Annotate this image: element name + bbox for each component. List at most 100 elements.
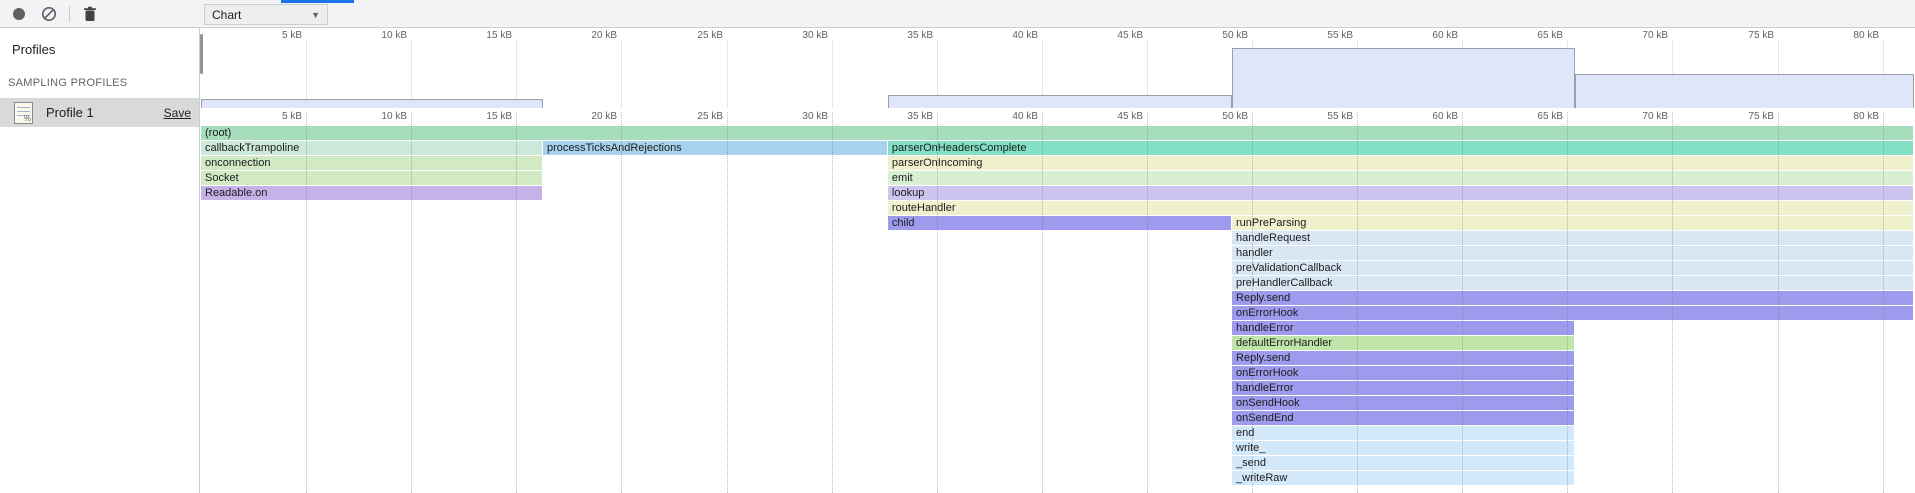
- flame-bar[interactable]: runPreParsing: [1232, 216, 1913, 230]
- flame-bar-label: handleRequest: [1232, 232, 1310, 244]
- flame-bar-label: handleError: [1232, 382, 1293, 394]
- ruler-bottom-tick-label: 5 kB: [242, 111, 302, 122]
- flame-bar[interactable]: handler: [1232, 246, 1913, 260]
- flame-bar[interactable]: parserOnHeadersComplete: [888, 141, 1913, 155]
- ruler-bottom-tick-label: 25 kB: [663, 111, 723, 122]
- flame-bar-label: preValidationCallback: [1232, 262, 1342, 274]
- overview-area-segment[interactable]: [1232, 48, 1575, 108]
- ruler-bottom-tick-label: 15 kB: [452, 111, 512, 122]
- flame-bar-label: Reply.send: [1232, 352, 1290, 364]
- flame-bar[interactable]: lookup: [888, 186, 1913, 200]
- flame-bar[interactable]: preValidationCallback: [1232, 261, 1913, 275]
- flame-bar[interactable]: (root): [201, 126, 1913, 140]
- flame-bar[interactable]: _writeRaw: [1232, 471, 1574, 485]
- profile-icon: %: [14, 102, 33, 124]
- flame-bar[interactable]: Readable.on: [201, 186, 542, 200]
- overview-gridline: [621, 40, 622, 108]
- flame-bar[interactable]: child: [888, 216, 1231, 230]
- ruler-bottom-tick-label: 35 kB: [873, 111, 933, 122]
- ruler-bottom-tick-label: 20 kB: [557, 111, 617, 122]
- clear-button[interactable]: [39, 4, 59, 24]
- view-mode-label: Chart: [212, 8, 241, 22]
- ruler-bottom-tick-label: 45 kB: [1083, 111, 1143, 122]
- ruler-bottom-tick-label: 10 kB: [347, 111, 407, 122]
- flame-bar[interactable]: onSendEnd: [1232, 411, 1574, 425]
- flame-bar-label: onErrorHook: [1232, 367, 1298, 379]
- overview-gridline: [516, 40, 517, 108]
- ruler-top-tick-label: 10 kB: [347, 30, 407, 41]
- flame-gridline: [621, 112, 622, 493]
- ruler-top-tick-label: 55 kB: [1293, 30, 1353, 41]
- view-mode-select[interactable]: Chart ▼: [204, 4, 328, 25]
- flame-bar[interactable]: Reply.send: [1232, 351, 1574, 365]
- ruler-bottom-tick-label: 50 kB: [1188, 111, 1248, 122]
- profile-name: Profile 1: [46, 105, 164, 120]
- overview-area-segment[interactable]: [888, 95, 1232, 108]
- flame-bar-label: _writeRaw: [1232, 472, 1287, 484]
- flame-bar[interactable]: callbackTrampoline: [201, 141, 542, 155]
- active-tab-underline: [281, 0, 354, 3]
- toolbar: Chart ▼: [0, 0, 1915, 28]
- overview-gridline: [832, 40, 833, 108]
- flame-bar-label: end: [1232, 427, 1254, 439]
- ruler-bottom-tick-label: 60 kB: [1398, 111, 1458, 122]
- scrollbar-thumb[interactable]: [200, 34, 203, 74]
- flame-bar[interactable]: defaultErrorHandler: [1232, 336, 1574, 350]
- flame-bar[interactable]: preHandlerCallback: [1232, 276, 1913, 290]
- flame-bar[interactable]: routeHandler: [888, 201, 1913, 215]
- flame-bar-label: onSendEnd: [1232, 412, 1294, 424]
- sidebar: Profiles SAMPLING PROFILES % Profile 1 S…: [0, 28, 200, 493]
- flame-bar-label: Socket: [201, 172, 239, 184]
- ruler-top-tick-label: 15 kB: [452, 30, 512, 41]
- flame-bar-label: handler: [1232, 247, 1273, 259]
- flame-bar-label: onSendHook: [1232, 397, 1300, 409]
- flame-bar[interactable]: Socket: [201, 171, 542, 185]
- flame-bar[interactable]: handleRequest: [1232, 231, 1913, 245]
- sidebar-item-profile-1[interactable]: % Profile 1 Save: [0, 98, 199, 127]
- flame-bar[interactable]: parserOnIncoming: [888, 156, 1913, 170]
- trash-icon: [83, 6, 97, 22]
- flame-bar-label: parserOnIncoming: [888, 157, 983, 169]
- flame-bar-label: _send: [1232, 457, 1266, 469]
- ruler-top-tick-label: 60 kB: [1398, 30, 1458, 41]
- ruler-bottom-tick-label: 75 kB: [1714, 111, 1774, 122]
- overview-area-segment[interactable]: [1575, 74, 1914, 108]
- overview-area-segment[interactable]: [201, 99, 543, 108]
- ruler-bottom-tick-label: 65 kB: [1503, 111, 1563, 122]
- flame-bar-label: lookup: [888, 187, 924, 199]
- delete-profile-button[interactable]: [80, 4, 100, 24]
- ruler-top-tick-label: 20 kB: [557, 30, 617, 41]
- record-button[interactable]: [9, 4, 29, 24]
- flame-bar-label: preHandlerCallback: [1232, 277, 1333, 289]
- flame-bar[interactable]: onErrorHook: [1232, 366, 1574, 380]
- flame-bar-label: Reply.send: [1232, 292, 1290, 304]
- profiles-heading: Profiles: [0, 28, 199, 57]
- flame-bar-label: child: [888, 217, 915, 229]
- flame-bar[interactable]: handleError: [1232, 381, 1574, 395]
- ruler-top-tick-label: 70 kB: [1608, 30, 1668, 41]
- flame-bar[interactable]: onErrorHook: [1232, 306, 1913, 320]
- ruler-bottom-tick-label: 55 kB: [1293, 111, 1353, 122]
- flame-bar[interactable]: onconnection: [201, 156, 542, 170]
- flame-bar[interactable]: write_: [1232, 441, 1574, 455]
- ruler-top-tick-label: 65 kB: [1503, 30, 1563, 41]
- flame-gridline: [832, 112, 833, 493]
- flame-bar-label: onErrorHook: [1232, 307, 1298, 319]
- overview-gridline: [306, 40, 307, 108]
- flame-bar[interactable]: Reply.send: [1232, 291, 1913, 305]
- flame-bar[interactable]: emit: [888, 171, 1913, 185]
- flame-bar[interactable]: end: [1232, 426, 1574, 440]
- ruler-top-tick-label: 35 kB: [873, 30, 933, 41]
- ruler-top-tick-label: 45 kB: [1083, 30, 1143, 41]
- flame-bar-label: onconnection: [201, 157, 270, 169]
- ruler-top-tick-label: 30 kB: [768, 30, 828, 41]
- flame-bar-label: runPreParsing: [1232, 217, 1306, 229]
- flame-gridline: [727, 112, 728, 493]
- save-link[interactable]: Save: [164, 106, 191, 120]
- flame-bar[interactable]: processTicksAndRejections: [543, 141, 887, 155]
- ruler-top-tick-label: 25 kB: [663, 30, 723, 41]
- record-icon: [13, 8, 25, 20]
- flame-bar[interactable]: _send: [1232, 456, 1574, 470]
- flame-bar[interactable]: handleError: [1232, 321, 1574, 335]
- flame-bar[interactable]: onSendHook: [1232, 396, 1574, 410]
